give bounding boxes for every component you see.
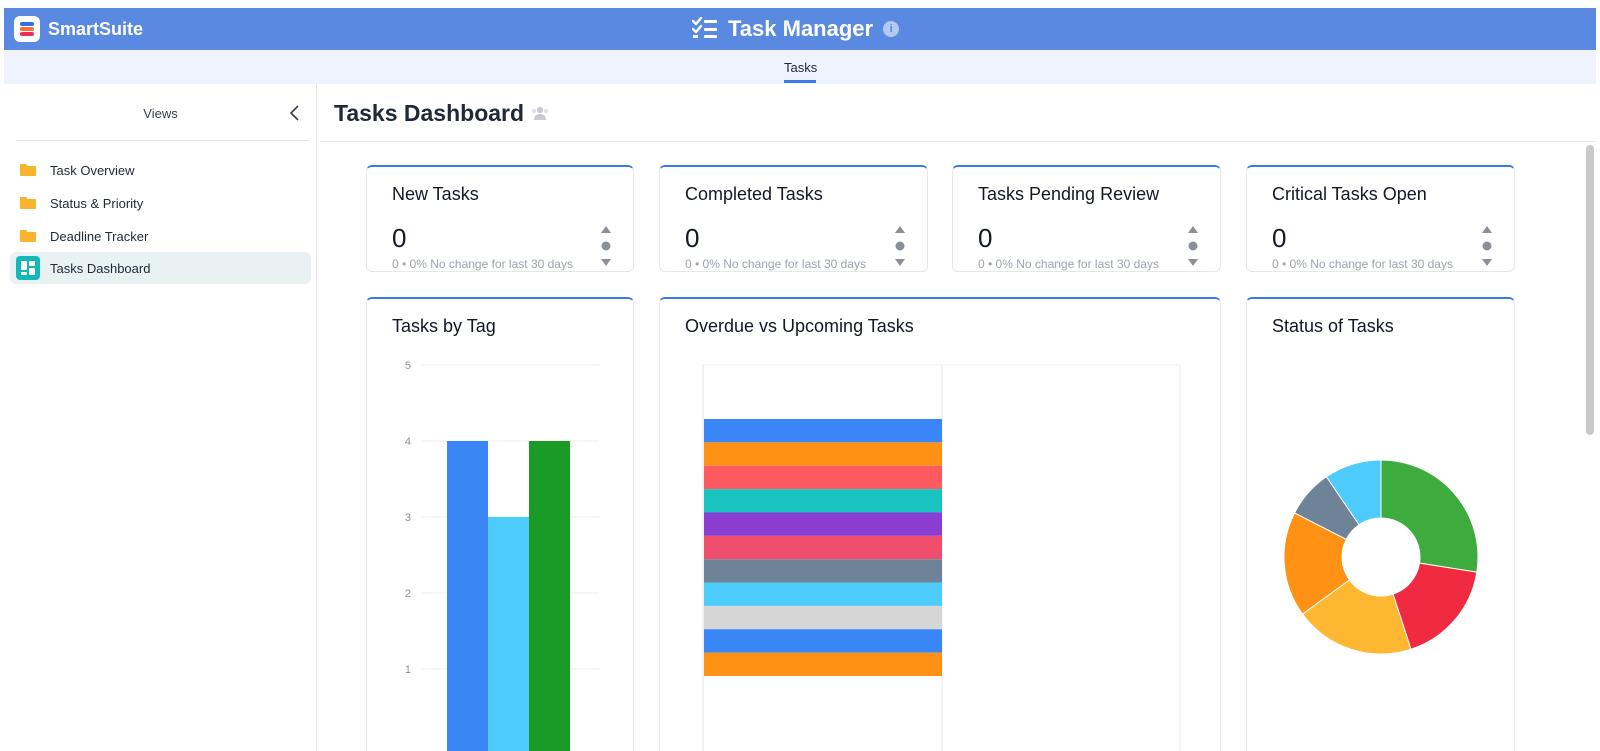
metric-value: 0: [392, 223, 407, 253]
metric-card-new-tasks[interactable]: New Tasks 0 0 • 0% No change for last 30…: [366, 165, 634, 272]
chart-card-tasks-by-tag[interactable]: Tasks by Tag 12345: [366, 297, 634, 751]
chevron-left-icon[interactable]: [288, 104, 302, 122]
dashboard-icon: [16, 256, 40, 280]
sidebar-item-label: Tasks Dashboard: [50, 260, 151, 276]
tab-tasks[interactable]: Tasks: [784, 60, 817, 75]
sidebar-item-label: Status & Priority: [50, 195, 144, 211]
trend-neutral-icon: [1482, 226, 1492, 266]
active-tab-indicator: [784, 80, 816, 83]
bar-segment: [704, 465, 942, 490]
folder-icon: [20, 230, 36, 242]
overdue-vs-upcoming-chart: [702, 364, 1181, 751]
bar-segment: [704, 419, 942, 443]
views-title: Views: [143, 106, 178, 121]
trend-neutral-icon: [601, 226, 611, 266]
y-tick-label: 2: [405, 588, 411, 600]
bar-segment: [704, 442, 942, 466]
brand-name: SmartSuite: [48, 19, 144, 39]
smartsuite-logo[interactable]: [14, 16, 40, 42]
sidebar-item-label: Deadline Tracker: [50, 228, 149, 244]
sidebar-divider: [16, 140, 310, 141]
sidebar-item-label: Task Overview: [50, 162, 135, 178]
app-title-group: Task Manager i: [692, 16, 900, 42]
bar-segment: [704, 582, 942, 606]
bar-segment: [704, 629, 942, 653]
bar-segment: [704, 652, 942, 676]
trend-neutral-icon: [1188, 226, 1198, 266]
task-list-icon: [692, 17, 717, 38]
bar: [529, 441, 570, 751]
chart-card-overdue-vs-upcoming[interactable]: Overdue vs Upcoming Tasks: [659, 297, 1221, 751]
dashboard-header: Tasks Dashboard: [320, 84, 1596, 142]
sidebar-item-status-priority[interactable]: Status & Priority: [10, 187, 311, 219]
status-of-tasks-chart: [1283, 459, 1479, 655]
chart-card-status-of-tasks[interactable]: Status of Tasks: [1246, 297, 1515, 751]
bar-segment: [704, 512, 942, 536]
metric-card-completed-tasks[interactable]: Completed Tasks 0 0 • 0% No change for l…: [659, 165, 928, 272]
tasks-by-tag-chart: 1 2 3 4 5: [405, 360, 599, 751]
metric-trend: 0 • 0% No change for last 30 days: [1272, 257, 1453, 271]
bar: [447, 441, 488, 751]
bar: [488, 517, 529, 751]
folder-icon: [20, 197, 36, 209]
trend-neutral-icon: [895, 226, 905, 266]
bar-segment: [704, 489, 942, 513]
metric-title: Tasks Pending Review: [978, 184, 1160, 204]
bar-segment: [704, 535, 942, 560]
metric-trend: 0 • 0% No change for last 30 days: [392, 257, 573, 271]
metric-title: Completed Tasks: [685, 184, 823, 204]
pie-slice: [1380, 459, 1479, 573]
bar-segment: [704, 605, 942, 630]
views-sidebar: Views Task Overview Status & Priority De…: [4, 84, 317, 751]
metric-value: 0: [1272, 223, 1287, 253]
users-icon[interactable]: [530, 104, 550, 122]
sidebar-item-deadline-tracker[interactable]: Deadline Tracker: [10, 220, 311, 252]
y-tick-label: 4: [405, 436, 411, 448]
folder-icon: [20, 164, 36, 176]
y-tick-label: 5: [405, 360, 411, 372]
metric-card-critical-tasks-open[interactable]: Critical Tasks Open 0 0 • 0% No change f…: [1246, 165, 1515, 272]
metric-value: 0: [978, 223, 993, 253]
sidebar-item-task-overview[interactable]: Task Overview: [10, 154, 311, 186]
metric-title: Critical Tasks Open: [1272, 184, 1427, 204]
info-icon[interactable]: i: [883, 21, 900, 37]
app-title: Task Manager: [728, 16, 874, 41]
sidebar-item-tasks-dashboard[interactable]: Tasks Dashboard: [10, 252, 311, 284]
metric-card-tasks-pending-review[interactable]: Tasks Pending Review 0 0 • 0% No change …: [952, 165, 1221, 272]
metric-trend: 0 • 0% No change for last 30 days: [685, 257, 866, 271]
y-tick-label: 3: [405, 512, 411, 524]
bar-segment: [704, 559, 942, 583]
top-bar: SmartSuite Task Manager i: [4, 8, 1596, 50]
metric-value: 0: [685, 223, 700, 253]
metric-title: New Tasks: [392, 184, 479, 204]
metric-trend: 0 • 0% No change for last 30 days: [978, 257, 1159, 271]
page-title: Tasks Dashboard: [334, 100, 525, 126]
tab-bar: Tasks: [4, 50, 1596, 84]
scrollbar[interactable]: [1586, 145, 1594, 435]
y-tick-label: 1: [405, 664, 411, 676]
